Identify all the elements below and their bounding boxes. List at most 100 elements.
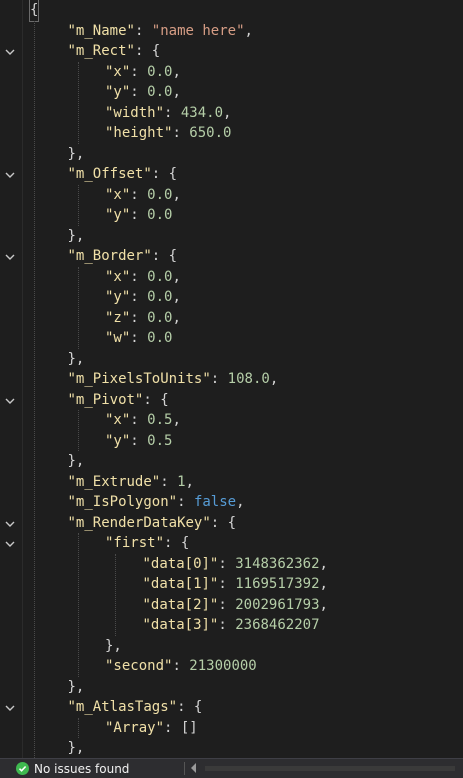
code-text: "x": 0.0, [105,62,181,83]
code-token: "data[0]" [142,555,219,572]
code-editor[interactable]: {"m_Name": "name here", "m_Rect": {"x": 0… [0,0,463,758]
code-text: }, [68,226,85,247]
code-token: , [319,596,328,613]
fold-chevron-icon[interactable] [4,396,16,406]
code-text: "data[0]": 3148362362, [143,554,328,575]
fold-chevron-icon[interactable] [4,170,16,180]
code-token: { [28,0,40,22]
code-token: "data[2]" [142,596,219,613]
code-token: "x" [105,412,131,428]
code-token: "data[3]" [142,617,219,633]
code-text: "data[2]": 2002961793, [143,595,328,616]
code-token: : { [134,43,161,59]
code-token: 21300000 [189,658,257,674]
code-token: : [130,330,148,346]
code-token: : { [143,391,169,408]
code-text: "y": 0.0, [105,82,181,103]
code-token: : [130,186,148,203]
code-line: "height": 650.0 [0,123,463,144]
code-line: { [0,0,463,22]
code-token: "m_Border" [67,248,152,264]
code-token: , [172,63,181,80]
code-token: 0.0 [147,330,173,346]
code-line: "second": 21300000 [0,656,463,677]
code-text: "Array": [] [105,718,198,739]
code-token: }, [67,453,85,469]
code-token: : [210,371,228,387]
code-text: "m_Extrude": 1, [68,472,194,493]
code-token: : [218,576,236,592]
code-line: "y": 0.5 [0,431,463,452]
code-token: 1 [177,473,186,490]
code-line: "data[2]": 2002961793, [0,595,463,616]
code-line: "w": 0.0 [0,328,463,349]
code-text: "w": 0.0 [105,328,172,349]
status-text[interactable]: No issues found [34,761,129,777]
indent-guide [77,410,79,451]
code-token: "m_Extrude" [67,473,161,490]
code-token: , [244,22,253,39]
code-token: , [269,371,279,387]
fold-chevron-icon[interactable] [4,703,16,713]
code-token: 650.0 [189,125,232,141]
code-token: }, [67,678,85,695]
code-token: : [177,494,194,510]
code-line: "m_Border": { [0,246,463,267]
code-text: "x": 0.0, [105,267,181,288]
code-line: }, [0,226,463,247]
code-text: "m_Name": "name here", [68,21,253,42]
code-token: 0.0 [147,289,173,305]
code-token: , [185,473,194,490]
code-token: 0.5 [147,412,173,428]
code-token: "height" [105,125,173,141]
code-token: : [218,596,236,613]
code-text: "m_AtlasTags": { [68,697,203,718]
code-text: "data[1]": 1169517392, [143,574,328,595]
code-token: "x" [105,186,131,203]
code-token: "m_AtlasTags" [67,699,178,715]
horizontal-scrollbar[interactable] [205,766,455,771]
code-text: }, [68,451,85,472]
status-separator [184,762,185,775]
code-token: 3148362362 [235,555,320,572]
code-line: }, [0,738,463,758]
code-token: , [319,576,328,592]
code-token: : [164,719,181,736]
fold-chevron-icon[interactable] [4,47,16,57]
code-line: }, [0,349,463,370]
code-line: "m_Extrude": 1, [0,472,463,493]
code-token: , [223,104,232,121]
code-token: : [130,63,148,80]
code-token: }, [67,227,85,244]
code-token: : [130,84,148,100]
indent-guide [77,184,79,226]
fold-chevron-icon[interactable] [4,519,16,529]
code-text: "m_PixelsToUnits": 108.0, [68,369,279,390]
code-line: "first": { [0,533,463,554]
code-line: "m_Rect": { [0,41,463,62]
code-text: "m_Offset": { [68,164,178,185]
code-token: "m_PixelsToUnits" [67,371,211,387]
code-text: "m_Pivot": { [68,390,169,411]
code-token: 0.0 [147,186,173,203]
code-text: "height": 650.0 [105,123,231,144]
code-text: }, [68,738,85,758]
code-token: , [236,494,245,510]
code-token: 434.0 [180,104,224,121]
scroll-left-arrow-icon[interactable] [191,763,196,773]
code-token: : [218,555,236,572]
code-token: }, [67,350,85,367]
fold-chevron-icon[interactable] [4,539,16,549]
code-token: : [130,289,148,305]
fold-chevron-icon[interactable] [4,252,16,262]
code-line: "m_AtlasTags": { [0,697,463,718]
code-text: "m_RenderDataKey": { [68,513,237,534]
code-token: "second" [105,658,173,674]
code-token: : [130,309,148,326]
code-text: "m_IsPolygon": false, [68,492,245,513]
code-text: "y": 0.0, [105,287,181,308]
code-token: : { [210,514,237,531]
code-line: "width": 434.0, [0,103,463,124]
code-text: "y": 0.0 [105,205,172,226]
code-token: 0.0 [147,268,173,285]
